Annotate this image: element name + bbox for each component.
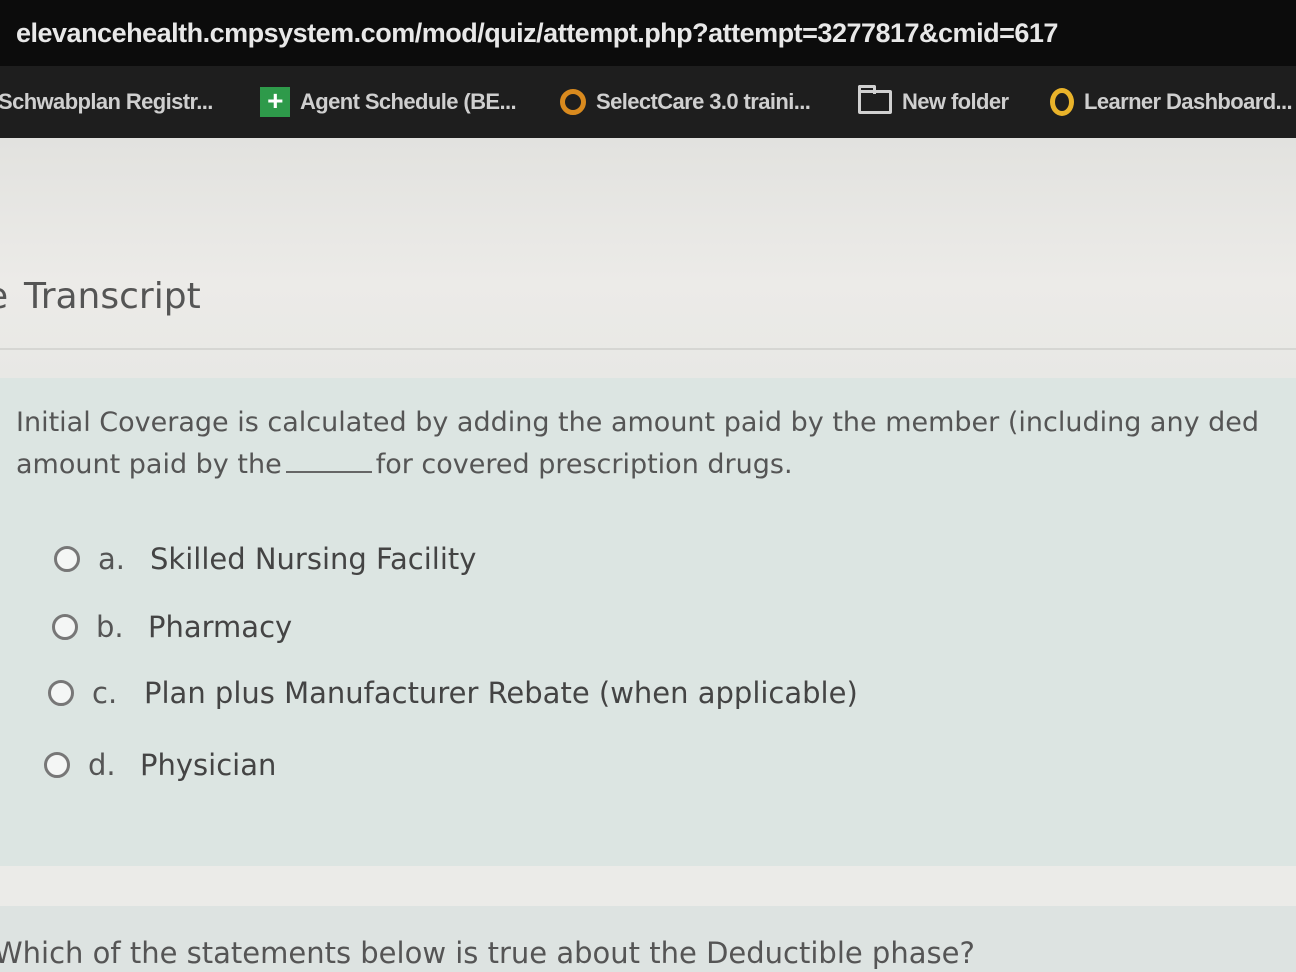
bookmark-new-folder[interactable]: New folder bbox=[858, 85, 1009, 118]
question-line-2: amount paid by the for covered prescripti… bbox=[16, 444, 1296, 486]
bookmark-label: Schwabplan Registr... bbox=[0, 89, 213, 114]
page-header-area bbox=[0, 138, 1296, 378]
transcript-icon: e bbox=[0, 276, 24, 317]
folder-icon bbox=[858, 85, 892, 114]
option-text: Plan plus Manufacturer Rebate (when appl… bbox=[144, 676, 858, 710]
question-separator bbox=[0, 866, 1296, 906]
question-line-2-end: for covered prescription drugs. bbox=[375, 449, 793, 480]
question-line-1: Initial Coverage is calculated by adding… bbox=[16, 407, 1260, 438]
question-text: Initial Coverage is calculated by adding… bbox=[16, 402, 1296, 486]
bookmark-schwabplan[interactable]: Schwabplan Registr... bbox=[0, 86, 213, 118]
bookmark-label: Agent Schedule (BE... bbox=[300, 89, 517, 114]
question-line-2-start: amount paid by the bbox=[16, 449, 282, 480]
divider bbox=[0, 348, 1296, 350]
option-a[interactable]: a. Skilled Nursing Facility bbox=[54, 542, 476, 576]
address-bar[interactable]: elevancehealth.cmpsystem.com/mod/quiz/at… bbox=[0, 0, 1296, 66]
bookmark-label: Learner Dashboard... bbox=[1084, 89, 1293, 114]
orange-ring-icon bbox=[560, 89, 586, 115]
option-letter: b. bbox=[96, 610, 124, 644]
option-letter: a. bbox=[98, 542, 125, 576]
radio-button-d[interactable] bbox=[44, 752, 70, 778]
bookmark-selectcare[interactable]: SelectCare 3.0 traini... bbox=[560, 86, 811, 118]
bookmark-label: SelectCare 3.0 traini... bbox=[596, 89, 811, 114]
option-text: Pharmacy bbox=[148, 610, 293, 644]
option-b[interactable]: b. Pharmacy bbox=[52, 610, 292, 644]
bookmarks-bar: Schwabplan Registr... + Agent Schedule (… bbox=[0, 66, 1296, 138]
bookmark-learner-dashboard[interactable]: Learner Dashboard... bbox=[1050, 86, 1293, 118]
radio-button-b[interactable] bbox=[52, 614, 78, 640]
transcript-link[interactable]: eTranscript bbox=[0, 276, 201, 317]
green-plus-icon: + bbox=[260, 87, 290, 117]
option-text: Physician bbox=[140, 748, 277, 782]
option-text: Skilled Nursing Facility bbox=[150, 542, 477, 576]
radio-button-a[interactable] bbox=[54, 546, 80, 572]
fill-in-blank bbox=[285, 447, 372, 473]
option-letter: c. bbox=[92, 676, 118, 710]
option-letter: d. bbox=[88, 748, 116, 782]
option-d[interactable]: d. Physician bbox=[44, 748, 276, 782]
url-text: elevancehealth.cmpsystem.com/mod/quiz/at… bbox=[16, 18, 1058, 48]
question-2-text: Which of the statements below is true ab… bbox=[0, 936, 975, 970]
option-c[interactable]: c. Plan plus Manufacturer Rebate (when a… bbox=[48, 676, 858, 710]
transcript-title: Transcript bbox=[24, 276, 201, 317]
radio-button-c[interactable] bbox=[48, 680, 74, 706]
yellow-ring-icon bbox=[1050, 88, 1074, 116]
bookmark-agent-schedule[interactable]: + Agent Schedule (BE... bbox=[260, 86, 517, 118]
bookmark-label: New folder bbox=[902, 89, 1009, 114]
